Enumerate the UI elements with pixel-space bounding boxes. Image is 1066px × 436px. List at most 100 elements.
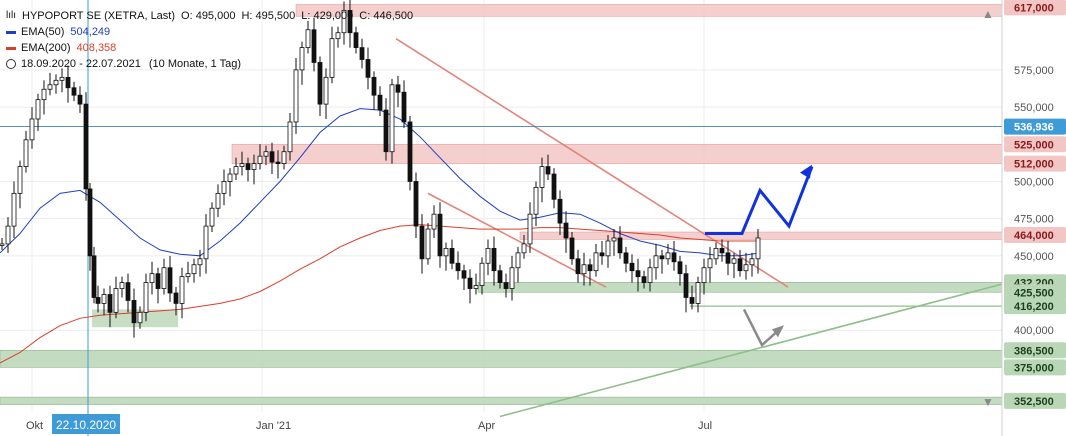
candle-body [455, 262, 461, 272]
time-tick-1: Jan '21 [256, 420, 291, 432]
candle-body [41, 88, 47, 101]
candle-body [95, 297, 101, 304]
candle-body [29, 118, 35, 141]
candle-body [197, 258, 203, 266]
candle-body [473, 285, 479, 289]
candle-body [629, 262, 635, 272]
candle-body [689, 297, 695, 304]
candle-body [251, 163, 257, 170]
candle-body [407, 121, 413, 182]
candle-body [599, 252, 605, 257]
candle-body [167, 267, 173, 294]
price-tick-2: 500,000 [1014, 176, 1054, 188]
candle-body [593, 252, 599, 272]
price-label-4: 464,000 [1014, 230, 1054, 242]
candle-body [239, 163, 245, 167]
date-range-row: 18.09.2020 - 22.07.2021 (10 Monate, 1 Ta… [6, 56, 419, 72]
candle-body [431, 213, 437, 230]
candle-body [725, 252, 731, 264]
candle-body [83, 103, 89, 190]
candle-body [713, 247, 719, 260]
price-tick-4: 450,000 [1014, 251, 1054, 263]
low-value: L: 429,000 [301, 10, 354, 22]
candle-body [113, 288, 119, 313]
candle-body [485, 247, 491, 264]
candle-body [377, 94, 383, 111]
open-value: O: 495,000 [181, 10, 236, 22]
candle-body [497, 270, 503, 283]
scroll-up-icon[interactable]: ▲ [982, 7, 994, 21]
candle-body [233, 166, 239, 175]
candle-body [245, 163, 251, 170]
candle-body [17, 166, 23, 194]
candle-body [587, 264, 593, 272]
price-label-9: 375,000 [1014, 362, 1054, 374]
candle-body [155, 273, 161, 289]
candle-body [23, 139, 29, 167]
candle-body [677, 261, 683, 275]
candle-body [551, 173, 557, 200]
candle-body [665, 252, 671, 260]
candle-body [623, 252, 629, 264]
scroll-down-icon[interactable]: ▼ [982, 395, 994, 409]
candle-body [59, 76, 65, 81]
candle-body [5, 225, 11, 245]
candle-body [269, 151, 275, 163]
chart-logo-icon: lılı [6, 10, 16, 21]
candle-body [737, 258, 743, 272]
candle-body [401, 91, 407, 123]
zone-support-4 [0, 349, 1003, 368]
ema50-value: 504,249 [70, 26, 111, 38]
candle-body [47, 84, 53, 90]
zone-support-3 [477, 282, 1003, 293]
candle-body [263, 151, 269, 157]
ema200-legend[interactable]: EMA(200) 408,358 [6, 40, 419, 56]
gray-arrow [742, 308, 783, 348]
candle-body [71, 87, 77, 96]
candle-body [719, 247, 725, 254]
price-label-2: 525,000 [1014, 139, 1054, 151]
ema50-legend[interactable]: EMA(50) 504,249 [6, 24, 419, 40]
candle-body [221, 181, 227, 194]
candle-body [257, 155, 263, 165]
candle-body [527, 213, 533, 245]
candle-body [515, 252, 521, 269]
forecast-arrow [705, 166, 814, 235]
candle-body [443, 247, 449, 257]
candle-body [227, 173, 233, 182]
price-tick-5: 400,000 [1014, 325, 1054, 337]
candle-body [287, 121, 293, 153]
period-label: (10 Monate, 1 Tag) [148, 58, 242, 70]
candle-body [11, 192, 17, 227]
candle-body [383, 109, 389, 153]
candle-body [653, 255, 659, 269]
close-value: C: 446,500 [359, 10, 414, 22]
candle-body [509, 267, 515, 289]
candle-body [539, 166, 545, 188]
candle-body [125, 282, 131, 301]
candle-body [641, 276, 647, 283]
candle-body [101, 294, 107, 304]
candle-body [749, 258, 755, 266]
candle-body [635, 270, 641, 278]
clock-icon [6, 59, 16, 69]
candle-body [119, 282, 125, 289]
candle-body [107, 294, 113, 313]
price-axis: 575,000 550,000 500,000 475,000 450,000 400,0… [982, 0, 1066, 436]
high-value: H: 495,500 [241, 10, 296, 22]
price-label-1: 536,936 [1014, 122, 1054, 134]
candle-body [0, 243, 5, 246]
candle-body [419, 225, 425, 260]
price-label-8: 386,500 [1014, 345, 1054, 357]
time-tick-0: Okt [26, 420, 43, 432]
candle-body [161, 267, 167, 289]
price-label-6: 425,500 [1014, 287, 1054, 299]
candle-body [695, 282, 701, 304]
candle-body [563, 222, 569, 239]
candle-body [173, 292, 179, 304]
candle-body [179, 276, 185, 304]
candle-body [413, 181, 419, 227]
candle-body [581, 264, 587, 275]
ema200-label: EMA(200) [21, 42, 71, 54]
time-tick-2: Apr [478, 420, 495, 432]
